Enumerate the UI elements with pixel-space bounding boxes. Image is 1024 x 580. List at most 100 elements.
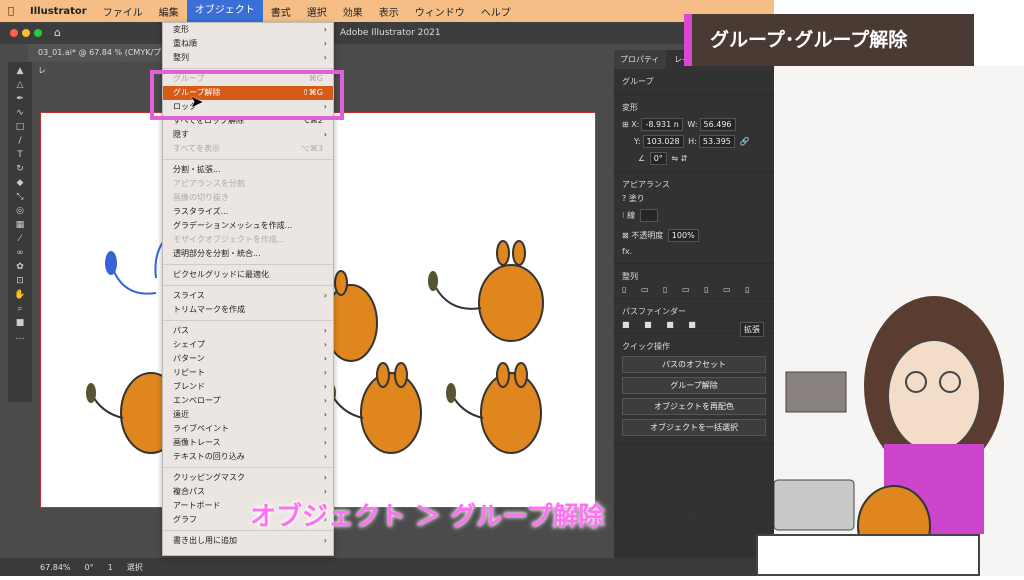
w-field[interactable]: 56.496 (699, 118, 736, 131)
link-icon[interactable]: 🔗 (739, 137, 749, 146)
rotate-tool-icon[interactable]: ↻ (13, 164, 27, 174)
menu-item: 画像の切り抜き (163, 191, 333, 205)
x-field[interactable]: -8.931 n (641, 118, 683, 131)
mac-menubar:  Illustrator ファイル 編集 オブジェクト 書式 選択 効果 表示… (0, 0, 774, 22)
select-same-button[interactable]: オブジェクトを一括選択 (622, 419, 766, 436)
status-bar: 67.84% 0° 1 選択 (0, 558, 774, 576)
document-tab[interactable]: 03_01.ai* @ 67.84 % (CMYK/プレ (28, 44, 168, 75)
menu-item[interactable]: 重ね順 › (163, 37, 333, 51)
zoom-window-button[interactable] (34, 29, 42, 37)
menu-edit[interactable]: 編集 (151, 4, 187, 19)
menu-illustrator[interactable]: Illustrator (22, 6, 95, 17)
menu-effect[interactable]: 効果 (335, 4, 371, 19)
menu-file[interactable]: ファイル (95, 4, 151, 19)
zoom-tool-icon[interactable]: ⌕ (13, 304, 27, 314)
opacity-icon[interactable]: ⊠ (622, 231, 629, 240)
chevron-right-icon: › (323, 291, 327, 300)
menu-item-label: 隠す (173, 130, 189, 139)
menu-item[interactable]: ブレンド › (163, 380, 333, 394)
eyedropper-tool-icon[interactable]: ⁄ (13, 234, 27, 244)
menu-item[interactable]: エンベロープ › (163, 394, 333, 408)
menu-item[interactable]: 画像トレース › (163, 436, 333, 450)
eraser-tool-icon[interactable]: ◆ (13, 178, 27, 188)
stroke-weight-field[interactable] (639, 209, 658, 222)
opacity-field[interactable]: 100% (667, 229, 699, 242)
menu-item[interactable]: パス › (163, 324, 333, 338)
menu-item[interactable]: 書き出し用に追加 › (163, 534, 333, 548)
type-tool-icon[interactable]: T (13, 150, 27, 160)
menu-type[interactable]: 書式 (263, 4, 299, 19)
selection-type: グループ (622, 77, 654, 86)
creature-6[interactable] (446, 362, 542, 454)
close-window-button[interactable] (10, 29, 18, 37)
menu-item[interactable]: ピクセルグリッドに最適化 (163, 268, 333, 282)
scale-tool-icon[interactable]: ⤡ (13, 192, 27, 202)
menu-item[interactable]: シェイプ › (163, 338, 333, 352)
creature-3-selected[interactable] (105, 237, 167, 295)
menu-item[interactable]: 変形 › (163, 23, 333, 37)
selection-tool-icon[interactable]: ▲ (13, 66, 27, 76)
offset-path-button[interactable]: パスのオフセット (622, 356, 766, 373)
more-tools-icon[interactable]: … (13, 332, 27, 342)
flip-horizontal-icon[interactable]: ⇋ (671, 154, 678, 163)
h-field[interactable]: 53.395 (698, 135, 735, 148)
ungroup-button[interactable]: グループ解除 (622, 377, 766, 394)
fill-stroke-icon[interactable]: ■ (13, 318, 27, 328)
symbol-tool-icon[interactable]: ✿ (13, 262, 27, 272)
menu-view[interactable]: 表示 (371, 4, 407, 19)
w-label: W: (687, 120, 698, 129)
menu-object[interactable]: オブジェクト (186, 0, 263, 22)
home-icon[interactable]: ⌂ (54, 26, 61, 39)
menu-item[interactable]: 遠近 › (163, 408, 333, 422)
rotate-view[interactable]: 0° (85, 563, 94, 572)
menu-item[interactable]: パターン › (163, 352, 333, 366)
blend-tool-icon[interactable]: ∞ (13, 248, 27, 258)
menu-item-label: アピアランスを分割 (173, 179, 245, 188)
artboard-tool-icon[interactable]: ⊡ (13, 276, 27, 286)
status-mode[interactable]: 選択 (127, 562, 143, 573)
menu-item[interactable]: ライブペイント › (163, 422, 333, 436)
tab-properties[interactable]: プロパティ (614, 50, 666, 69)
menu-item[interactable]: クリッピングマスク › (163, 471, 333, 485)
zoom-level[interactable]: 67.84% (40, 563, 71, 572)
artboard-number[interactable]: 1 (108, 563, 113, 572)
chevron-right-icon: › (323, 424, 327, 433)
menu-item[interactable]: ラスタライズ... (163, 205, 333, 219)
chevron-right-icon: › (323, 410, 327, 419)
menu-help[interactable]: ヘルプ (473, 4, 519, 19)
direct-selection-tool-icon[interactable]: △ (13, 80, 27, 90)
reference-point-icon[interactable]: ⊞ (622, 120, 629, 129)
rectangle-tool-icon[interactable]: □ (13, 122, 27, 132)
pen-tool-icon[interactable]: ✒ (13, 94, 27, 104)
menu-item[interactable]: グラデーションメッシュを作成... (163, 219, 333, 233)
angle-field[interactable]: 0° (649, 152, 667, 165)
y-field[interactable]: 103.028 (642, 135, 684, 148)
menu-item[interactable]: 透明部分を分割・統合... (163, 247, 333, 261)
pathfinder-icons[interactable]: ■ ■ ■ ■ (622, 320, 702, 329)
gradient-tool-icon[interactable]: ▦ (13, 220, 27, 230)
menu-item[interactable]: スライス › (163, 289, 333, 303)
fill-icon[interactable]: ? (622, 194, 626, 203)
opacity-label: 不透明度 (631, 231, 664, 240)
stroke-icon[interactable]: ⁝ (622, 211, 625, 220)
fx-button[interactable]: fx. (622, 247, 766, 256)
align-icons[interactable]: ▯ ▭ ▯ ▭ ▯ ▭ ▯ (622, 285, 766, 294)
brush-tool-icon[interactable]: / (13, 136, 27, 146)
shape-builder-tool-icon[interactable]: ◎ (13, 206, 27, 216)
recolor-button[interactable]: オブジェクトを再配色 (622, 398, 766, 415)
menu-item[interactable]: トリムマークを作成 (163, 303, 333, 317)
creature-1[interactable] (428, 240, 544, 342)
menu-item[interactable]: 隠す › (163, 128, 333, 142)
menu-item[interactable]: テキストの回り込み › (163, 450, 333, 464)
menu-window[interactable]: ウィンドウ (407, 4, 473, 19)
menu-select[interactable]: 選択 (299, 4, 335, 19)
menu-item[interactable]: リピート › (163, 366, 333, 380)
menu-item[interactable]: 分割・拡張... (163, 163, 333, 177)
flip-vertical-icon[interactable]: ⇵ (681, 154, 688, 163)
minimize-window-button[interactable] (22, 29, 30, 37)
curvature-tool-icon[interactable]: ∿ (13, 108, 27, 118)
menu-item[interactable]: 整列 › (163, 51, 333, 65)
chevron-right-icon: › (323, 536, 327, 545)
apple-icon[interactable]:  (0, 6, 22, 17)
hand-tool-icon[interactable]: ✋ (13, 290, 27, 300)
